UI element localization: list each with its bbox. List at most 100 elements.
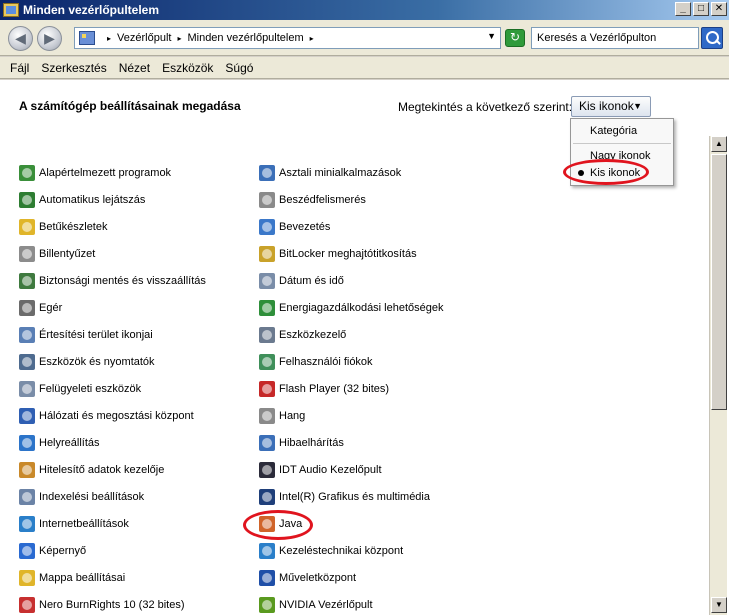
control-panel-item-label: Eszközök és nyomtatók xyxy=(39,356,155,368)
control-panel-item[interactable]: Felhasználói fiókok xyxy=(259,353,373,371)
vertical-scrollbar[interactable]: ▲ ▼ xyxy=(709,136,727,615)
menu-file[interactable]: Fájl xyxy=(4,61,35,75)
title-bar: Minden vezérlőpultelem _ □ ✕ xyxy=(0,0,729,20)
control-panel-item[interactable]: Intel(R) Grafikus és multimédia xyxy=(259,488,430,506)
maximize-button[interactable]: □ xyxy=(693,2,709,16)
control-panel-item[interactable]: Felügyeleti eszközök xyxy=(19,380,141,398)
control-panel-item-label: Betűkészletek xyxy=(39,221,108,233)
refresh-button[interactable]: ↻ xyxy=(505,29,525,47)
scrollbar-thumb[interactable] xyxy=(711,154,727,410)
control-panel-item[interactable]: Hitelesítő adatok kezelője xyxy=(19,461,164,479)
control-panel-item-label: Hitelesítő adatok kezelője xyxy=(39,464,165,476)
close-button[interactable]: ✕ xyxy=(711,2,727,16)
control-panel-item[interactable]: Dátum és idő xyxy=(259,272,344,290)
control-panel-item[interactable]: Energiagazdálkodási lehetőségek xyxy=(259,299,444,317)
control-panel-item-icon xyxy=(259,489,275,505)
chevron-down-icon: ▼ xyxy=(633,101,642,111)
control-panel-item-icon xyxy=(19,435,35,451)
control-panel-item[interactable]: Billentyűzet xyxy=(19,245,95,263)
control-panel-item[interactable]: Betűkészletek xyxy=(19,218,107,236)
control-panel-item[interactable]: Eszközkezelő xyxy=(259,326,346,344)
control-panel-icon xyxy=(79,31,95,45)
control-panel-item[interactable]: NVIDIA Vezérlőpult xyxy=(259,596,373,614)
control-panel-item-icon xyxy=(259,219,275,235)
control-panel-item-icon xyxy=(19,408,35,424)
control-panel-item-label: Dátum és idő xyxy=(279,275,344,287)
control-panel-item[interactable]: BitLocker meghajtótitkosítás xyxy=(259,245,417,263)
control-panel-item[interactable]: Eszközök és nyomtatók xyxy=(19,353,155,371)
control-panel-item[interactable]: Helyreállítás xyxy=(19,434,100,452)
scroll-down-icon[interactable]: ▼ xyxy=(711,597,727,613)
control-panel-item-label: Eszközkezelő xyxy=(279,329,347,341)
minimize-button[interactable]: _ xyxy=(675,2,691,16)
control-panel-item-icon xyxy=(259,246,275,262)
control-panel-item[interactable]: Hang xyxy=(259,407,305,425)
control-panel-item[interactable]: Flash Player (32 bites) xyxy=(259,380,389,398)
forward-button[interactable]: ▶ xyxy=(37,26,62,51)
control-panel-item[interactable]: Hibaelhárítás xyxy=(259,434,344,452)
search-icon[interactable] xyxy=(701,27,723,49)
control-panel-item-icon xyxy=(19,354,35,370)
control-panel-item-label: Intel(R) Grafikus és multimédia xyxy=(279,491,430,503)
control-panel-item-icon xyxy=(19,327,35,343)
control-panel-item-icon xyxy=(259,435,275,451)
control-panel-item[interactable]: Indexelési beállítások xyxy=(19,488,144,506)
control-panel-item[interactable]: Kezeléstechnikai központ xyxy=(259,542,403,560)
control-panel-item-icon xyxy=(19,165,35,181)
control-panel-item[interactable]: Nero BurnRights 10 (32 bites) xyxy=(19,596,185,614)
menu-help[interactable]: Súgó xyxy=(219,61,259,75)
control-panel-item[interactable]: Hálózati és megosztási központ xyxy=(19,407,194,425)
control-panel-item-label: Képernyő xyxy=(39,545,87,557)
control-panel-item[interactable]: Bevezetés xyxy=(259,218,330,236)
content-area: A számítógép beállításainak megadása Meg… xyxy=(0,80,729,615)
view-option-small-icons[interactable]: Kis ikonok xyxy=(571,164,673,182)
control-panel-item-label: Automatikus lejátszás xyxy=(39,194,146,206)
control-panel-item-icon xyxy=(259,570,275,586)
page-title: A számítógép beállításainak megadása xyxy=(19,99,241,113)
view-option-label: Kis ikonok xyxy=(590,167,641,179)
menu-tools[interactable]: Eszközök xyxy=(156,61,219,75)
control-panel-item[interactable]: Internetbeállítások xyxy=(19,515,129,533)
menu-edit[interactable]: Szerkesztés xyxy=(35,61,112,75)
control-panel-item-label: Hibaelhárítás xyxy=(279,437,344,449)
control-panel-item[interactable]: Mappa beállításai xyxy=(19,569,125,587)
view-by-value: Kis ikonok xyxy=(579,99,634,113)
search-input[interactable]: Keresés a Vezérlőpulton xyxy=(531,27,699,49)
address-dropdown-icon[interactable]: ▼ xyxy=(487,31,496,41)
control-panel-item-label: Értesítési terület ikonjai xyxy=(39,329,153,341)
back-button[interactable]: ◀ xyxy=(8,26,33,51)
menu-view[interactable]: Nézet xyxy=(113,61,156,75)
control-panel-item[interactable]: Java xyxy=(259,515,302,533)
scroll-up-icon[interactable]: ▲ xyxy=(711,136,727,152)
control-panel-item-icon xyxy=(259,300,275,316)
control-panel-item-label: BitLocker meghajtótitkosítás xyxy=(279,248,417,260)
control-panel-item[interactable]: Asztali minialkalmazások xyxy=(259,164,401,182)
control-panel-item-label: Java xyxy=(279,518,303,530)
control-panel-item-label: IDT Audio Kezelőpult xyxy=(279,464,382,476)
view-by-button[interactable]: Kis ikonok ▼ xyxy=(571,96,651,117)
control-panel-item[interactable]: Értesítési terület ikonjai xyxy=(19,326,153,344)
control-panel-item[interactable]: Egér xyxy=(19,299,62,317)
control-panel-item-icon xyxy=(259,165,275,181)
control-panel-item[interactable]: Beszédfelismerés xyxy=(259,191,366,209)
control-panel-item-icon xyxy=(19,570,35,586)
view-option-category[interactable]: Kategória xyxy=(571,122,673,140)
address-bar[interactable]: ▸ Vezérlőpult ▸ Minden vezérlőpultelem ▸… xyxy=(74,27,501,49)
window-controls: _ □ ✕ xyxy=(673,2,727,16)
view-option-large-icons[interactable]: Nagy ikonok xyxy=(571,147,673,165)
breadcrumb-all-items[interactable]: Minden vezérlőpultelem xyxy=(187,32,303,44)
breadcrumb-separator-icon: ▸ xyxy=(107,33,112,43)
control-panel-item-icon xyxy=(19,219,35,235)
control-panel-item[interactable]: Alapértelmezett programok xyxy=(19,164,171,182)
control-panel-item-label: Indexelési beállítások xyxy=(39,491,145,503)
control-panel-item[interactable]: Képernyő xyxy=(19,542,86,560)
control-panel-item-label: Internetbeállítások xyxy=(39,518,129,530)
control-panel-item-icon xyxy=(19,489,35,505)
control-panel-item[interactable]: Műveletközpont xyxy=(259,569,356,587)
control-panel-item-icon xyxy=(19,192,35,208)
control-panel-item[interactable]: Biztonsági mentés és visszaállítás xyxy=(19,272,206,290)
breadcrumb-control-panel[interactable]: Vezérlőpult xyxy=(117,32,171,44)
control-panel-item-label: Alapértelmezett programok xyxy=(39,167,172,179)
control-panel-item[interactable]: Automatikus lejátszás xyxy=(19,191,145,209)
control-panel-item[interactable]: IDT Audio Kezelőpult xyxy=(259,461,382,479)
